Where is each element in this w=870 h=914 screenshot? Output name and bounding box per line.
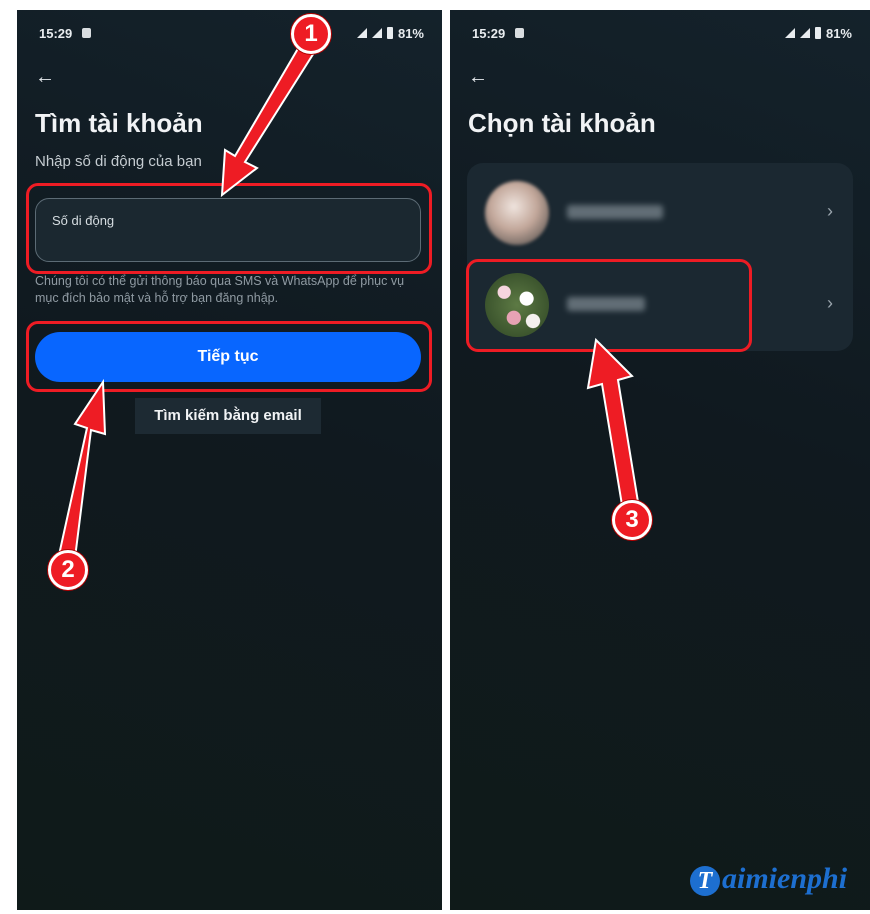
watermark-text: aimienphi xyxy=(722,862,848,895)
screen-find-account: 15:29 81% ← Tìm tài khoản Nhập số di độn… xyxy=(17,10,442,910)
annotation-arrows xyxy=(586,337,640,507)
screen-choose-account: 15:29 81% ← Chọn tài khoản › › 3 Taimien… xyxy=(450,10,870,910)
annotation-badge-2: 2 xyxy=(48,550,88,590)
annotation-arrow-3 xyxy=(586,337,640,507)
watermark-letter: T xyxy=(690,866,720,896)
annotation-arrow-1 xyxy=(220,38,319,198)
annotation-arrow-2 xyxy=(57,378,107,560)
watermark-logo: Taimienphi xyxy=(690,862,847,896)
annotation-arrows xyxy=(57,38,319,560)
annotation-badge-3: 3 xyxy=(612,500,652,540)
annotation-badge-1: 1 xyxy=(291,14,331,54)
